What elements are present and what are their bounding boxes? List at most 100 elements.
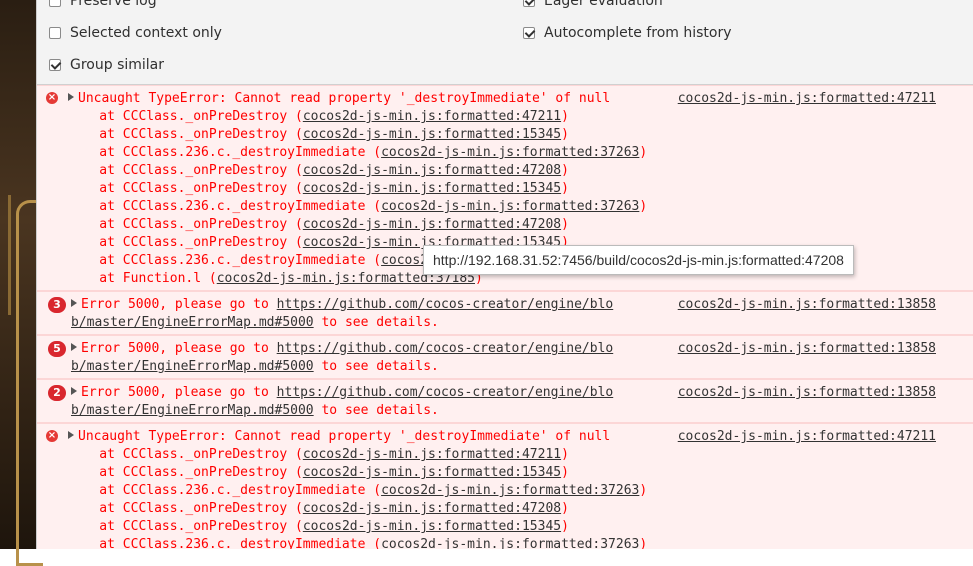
game-canvas-backdrop [0, 0, 43, 566]
error-map-link-cont[interactable]: b/master/EngineErrorMap.md#5000 [71, 315, 314, 330]
stack-frame: at CCClass.236.c._destroyImmediate (coco… [68, 482, 973, 500]
source-link[interactable]: cocos2d-js-min.js:formatted:13858 [678, 297, 936, 312]
error-map-link-cont[interactable]: b/master/EngineErrorMap.md#5000 [71, 403, 314, 418]
stack-frame-link[interactable]: cocos2d-js-min.js:formatted:47211 [303, 447, 561, 462]
error-text: Error 5000, please go to [81, 385, 277, 400]
preserve-log-checkbox[interactable] [49, 0, 61, 7]
stack-frame-text: at CCClass._onPreDestroy ( [68, 217, 303, 232]
stack-frame: at CCClass._onPreDestroy (cocos2d-js-min… [68, 108, 973, 126]
repeat-count-badge: 2 [48, 385, 66, 401]
stack-frame-close: ) [561, 217, 569, 232]
stack-frame-text: at CCClass.236.c._destroyImmediate ( [68, 537, 382, 549]
game-frame-edge [0, 195, 11, 315]
stack-frame: at CCClass._onPreDestroy (cocos2d-js-min… [68, 216, 973, 234]
stack-frame-link[interactable]: cocos2d-js-min.js:formatted:37263 [381, 537, 639, 549]
autocomplete-label: Autocomplete from history [544, 25, 732, 41]
source-link[interactable]: cocos2d-js-min.js:formatted:47211 [678, 429, 936, 444]
expand-triangle-icon[interactable] [68, 430, 74, 439]
stack-frame-close: ) [561, 109, 569, 124]
stack-frame-text: at CCClass._onPreDestroy ( [68, 181, 303, 196]
stack-frame-close: ) [561, 501, 569, 516]
group-similar-option[interactable]: Group similar [49, 57, 164, 73]
error-map-link[interactable]: https://github.com/cocos-creator/engine/… [277, 297, 614, 312]
preserve-log-option[interactable]: Preserve log [49, 0, 157, 9]
stack-frame-link[interactable]: cocos2d-js-min.js:formatted:15345 [303, 127, 561, 142]
error-map-link[interactable]: https://github.com/cocos-creator/engine/… [277, 341, 614, 356]
stack-frame-close: ) [561, 127, 569, 142]
console-messages: × Uncaught TypeError: Cannot read proper… [37, 85, 973, 549]
stack-frame-text: at CCClass._onPreDestroy ( [68, 109, 303, 124]
console-settings: Preserve log Eager evaluation Selected c… [37, 0, 973, 85]
stack-frame: at CCClass._onPreDestroy (cocos2d-js-min… [68, 126, 973, 144]
stack-frame-text: at CCClass.236.c._destroyImmediate ( [68, 483, 382, 498]
error-text: Uncaught TypeError: Cannot read property… [78, 429, 611, 444]
error-5000-message[interactable]: 3 Error 5000, please go to https://githu… [37, 291, 973, 335]
preserve-log-label: Preserve log [70, 0, 157, 9]
link-tooltip: http://192.168.31.52:7456/build/cocos2d-… [423, 245, 854, 275]
stack-frame: at CCClass.236.c._destroyImmediate (coco… [68, 536, 973, 549]
stack-frame-link[interactable]: cocos2d-js-min.js:formatted:47208 [303, 501, 561, 516]
error-text: Error 5000, please go to [81, 297, 277, 312]
stack-frame-link[interactable]: cocos2d-js-min.js:formatted:15345 [303, 465, 561, 480]
stack-frame-link[interactable]: cocos2d-js-min.js:formatted:15345 [303, 181, 561, 196]
stack-frame-close: ) [639, 483, 648, 498]
stack-frame-close: ) [639, 145, 648, 160]
stack-frame-link[interactable]: cocos2d-js-min.js:formatted:37263 [381, 199, 639, 214]
stack-frame-link[interactable]: cocos2d-js-min.js:formatted:47211 [303, 109, 561, 124]
stack-frame-link[interactable]: cocos2d-js-min.js:formatted:47208 [303, 217, 561, 232]
stack-frame: at CCClass._onPreDestroy (cocos2d-js-min… [68, 446, 973, 464]
stack-frame-link[interactable]: cocos2d-js-min.js:formatted:47208 [303, 163, 561, 178]
stack-frame-text: at CCClass._onPreDestroy ( [68, 127, 303, 142]
stack-frame-close: ) [561, 519, 569, 534]
stack-frame-text: at CCClass._onPreDestroy ( [68, 465, 303, 480]
repeat-count-badge: 5 [48, 341, 66, 357]
stack-frame-close: ) [561, 465, 569, 480]
source-link[interactable]: cocos2d-js-min.js:formatted:13858 [678, 341, 936, 356]
expand-triangle-icon[interactable] [68, 92, 74, 101]
stack-frame: at CCClass._onPreDestroy (cocos2d-js-min… [68, 180, 973, 198]
stack-frame-close: ) [561, 181, 569, 196]
stack-frame-text: at CCClass._onPreDestroy ( [68, 235, 303, 250]
devtools-console-panel: Preserve log Eager evaluation Selected c… [36, 0, 973, 549]
error-map-link-cont[interactable]: b/master/EngineErrorMap.md#5000 [71, 359, 314, 374]
source-link[interactable]: cocos2d-js-min.js:formatted:13858 [678, 385, 936, 400]
eager-evaluation-checkbox[interactable] [523, 0, 535, 7]
stack-frame-link[interactable]: cocos2d-js-min.js:formatted:37263 [381, 145, 639, 160]
stack-frame-link[interactable]: cocos2d-js-min.js:formatted:37263 [381, 483, 639, 498]
stack-frame: at CCClass.236.c._destroyImmediate (coco… [68, 144, 973, 162]
expand-triangle-icon[interactable] [71, 298, 77, 307]
error-icon: × [46, 92, 58, 104]
repeat-count-badge: 3 [48, 297, 66, 313]
expand-triangle-icon[interactable] [71, 342, 77, 351]
source-link[interactable]: cocos2d-js-min.js:formatted:47211 [678, 91, 936, 106]
type-error-message[interactable]: × Uncaught TypeError: Cannot read proper… [37, 423, 973, 549]
error-text: Error 5000, please go to [81, 341, 277, 356]
error-5000-message[interactable]: 5 Error 5000, please go to https://githu… [37, 335, 973, 379]
expand-triangle-icon[interactable] [71, 386, 77, 395]
stack-frame-text: at CCClass.236.c._destroyImmediate ( [68, 199, 382, 214]
error-5000-message[interactable]: 2 Error 5000, please go to https://githu… [37, 379, 973, 423]
stack-frame-close: ) [561, 447, 569, 462]
stack-frame-close: ) [639, 199, 648, 214]
selected-context-option[interactable]: Selected context only [49, 25, 222, 41]
stack-frame-link[interactable]: cocos2d-js-min.js:formatted:15345 [303, 519, 561, 534]
stack-frame-text: at CCClass._onPreDestroy ( [68, 447, 303, 462]
stack-frame: at CCClass.236.c._destroyImmediate (coco… [68, 198, 973, 216]
autocomplete-option[interactable]: Autocomplete from history [523, 25, 732, 41]
stack-frame: at CCClass._onPreDestroy (cocos2d-js-min… [68, 162, 973, 180]
stack-frame-close: ) [561, 163, 569, 178]
eager-evaluation-option[interactable]: Eager evaluation [523, 0, 663, 9]
stack-trace: at CCClass._onPreDestroy (cocos2d-js-min… [68, 446, 973, 549]
stack-frame-text: at CCClass.236.c._destroyImmediate ( [68, 253, 382, 268]
group-similar-label: Group similar [70, 57, 165, 73]
autocomplete-checkbox[interactable] [523, 27, 535, 39]
stack-frame: at CCClass._onPreDestroy (cocos2d-js-min… [68, 464, 973, 482]
error-map-link[interactable]: https://github.com/cocos-creator/engine/… [277, 385, 614, 400]
eager-evaluation-label: Eager evaluation [544, 0, 663, 9]
stack-frame: at CCClass._onPreDestroy (cocos2d-js-min… [68, 518, 973, 536]
stack-frame-text: at CCClass._onPreDestroy ( [68, 501, 303, 516]
selected-context-checkbox[interactable] [49, 27, 61, 39]
error-text-suffix: to see details. [313, 315, 439, 330]
error-text-suffix: to see details. [313, 403, 439, 418]
group-similar-checkbox[interactable] [49, 59, 61, 71]
